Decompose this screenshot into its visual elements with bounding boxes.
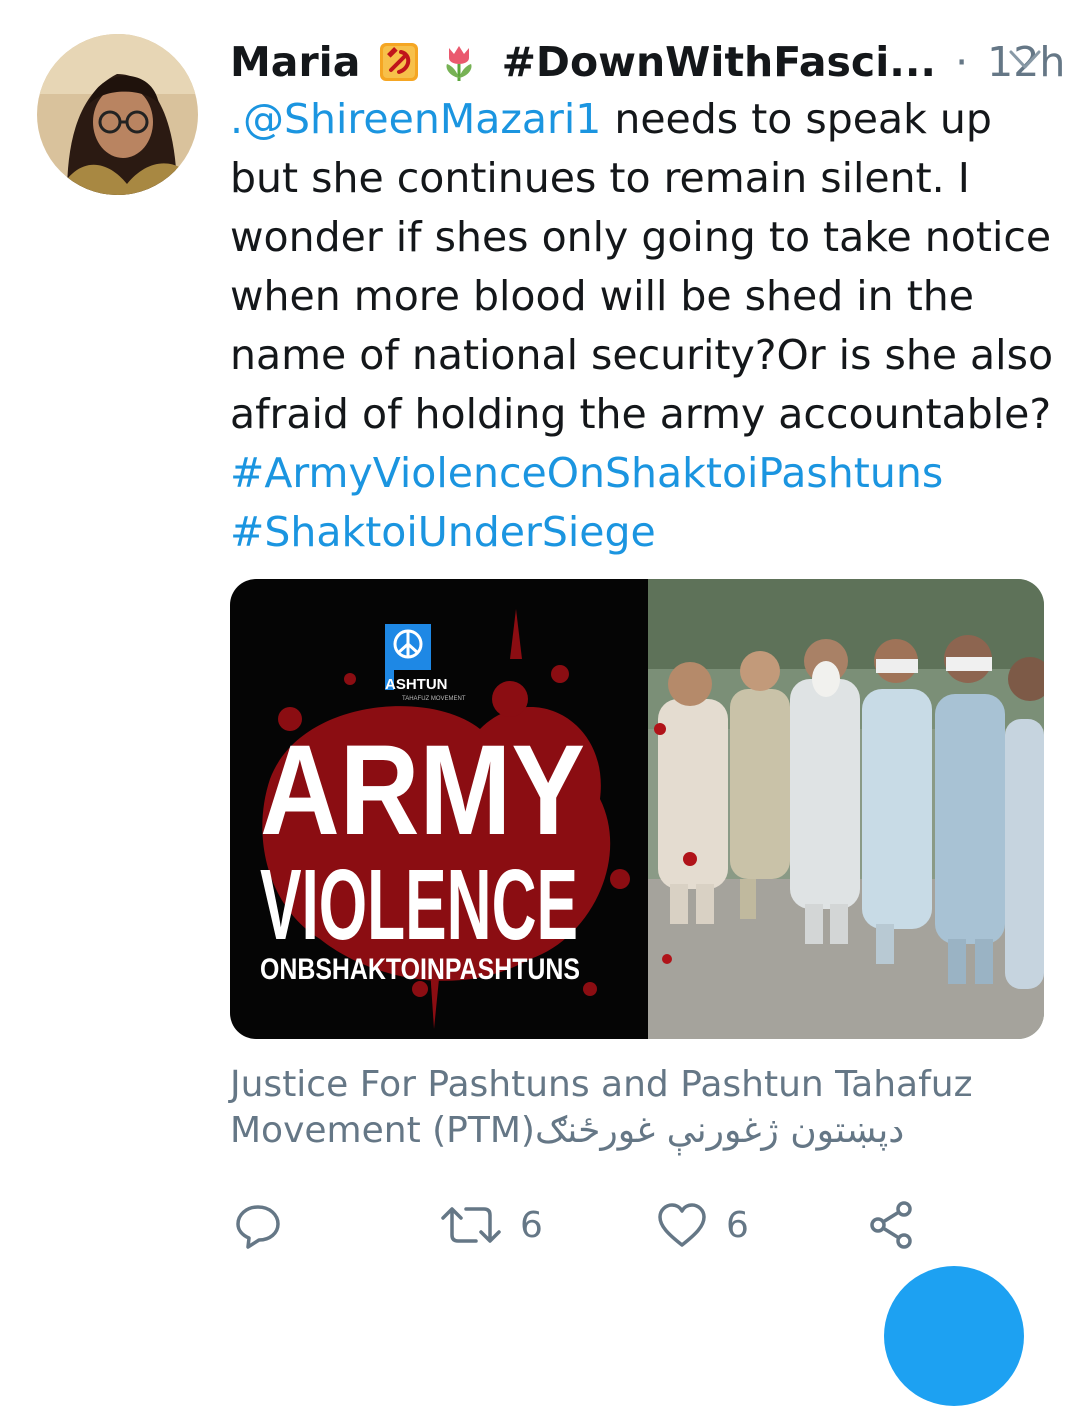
tweet-text-segment: afraid of holding the army accountable? [230,390,1052,438]
tweet-text: .@ShireenMazari1 needs to speak up but s… [230,90,1060,562]
header-separator: · [955,38,969,86]
tweet-text-line: when more blood will be shed in the [230,267,1060,326]
tweet-text-line: name of national security?Or is she also [230,326,1060,385]
poster-subtitle: ONBSHAKTOINPASHTUNS [260,953,580,986]
reply-button[interactable] [232,1195,284,1255]
tweet-media-image[interactable]: ASHTUN TAHAFUZ MOVEMENT ARMY VIOLENCE ON… [230,579,1044,1039]
media-source-attribution[interactable]: Justice For Pashtuns and Pashtun Tahafuz… [230,1062,1050,1154]
tweet-text-segment: but she continues to remain silent. I [230,154,970,202]
source-line: Movement (PTM)دپښتون ژغورنې غورځنګ [230,1110,905,1151]
like-button[interactable]: 6 [656,1195,749,1255]
media-composite: ASHTUN TAHAFUZ MOVEMENT ARMY VIOLENCE ON… [230,579,1044,1039]
tweet-text-segment: name of national security?Or is she also [230,331,1054,379]
author-display-hashtag[interactable]: #DownWithFasci... [502,38,936,86]
retweet-icon [441,1207,501,1243]
share-button[interactable] [866,1195,918,1255]
compose-tweet-button[interactable] [884,1266,1024,1406]
poster-title-army: ARMY [260,719,585,862]
tweet-text-line: afraid of holding the army accountable? [230,385,1060,444]
reply-icon [236,1205,280,1249]
tweet-text-line: but she continues to remain silent. I [230,149,1060,208]
mention-link[interactable]: .@ShireenMazari1 [230,95,601,143]
photo-blindfolded-men [648,579,1044,1039]
chevron-down-icon[interactable] [1005,40,1045,80]
tulip-emoji-icon [446,46,472,81]
tweet-text-segment: when more blood will be shed in the [230,272,974,320]
tweet-action-bar: 6 6 [230,1195,930,1255]
avatar-image [37,34,198,195]
like-count: 6 [726,1204,749,1246]
tweet-text-line: #ArmyViolenceOnShaktoiPashtuns [230,444,1060,503]
poster-logo-subtext: TAHAFUZ MOVEMENT [402,696,466,702]
author-avatar[interactable] [37,34,198,195]
tweet-text-segment: needs to speak up [601,95,992,143]
retweet-button[interactable]: 6 [440,1195,543,1255]
share-icon [870,1201,912,1249]
source-line: Justice For Pashtuns and Pashtun Tahafuz [230,1064,973,1105]
heart-icon [658,1203,706,1247]
tweet-text-line: .@ShireenMazari1 needs to speak up [230,90,1060,149]
hashtag-link[interactable]: #ArmyViolenceOnShaktoiPashtuns [230,449,943,497]
poster-logo-text: ASHTUN [385,676,448,693]
tweet-text-segment: wonder if shes only going to take notice [230,213,1052,261]
tweet-text-line: #ShaktoiUnderSiege [230,503,1060,562]
tweet-text-line: wonder if shes only going to take notice [230,208,1060,267]
hashtag-link[interactable]: #ShaktoiUnderSiege [230,508,656,556]
retweet-count: 6 [520,1204,543,1246]
hammer-sickle-emoji-icon [380,43,419,81]
tweet-header: Maria #DownWithFasci... · 12h [230,36,1065,88]
author-name[interactable]: Maria [230,38,360,86]
poster-title-violence: VIOLENCE [260,849,578,961]
